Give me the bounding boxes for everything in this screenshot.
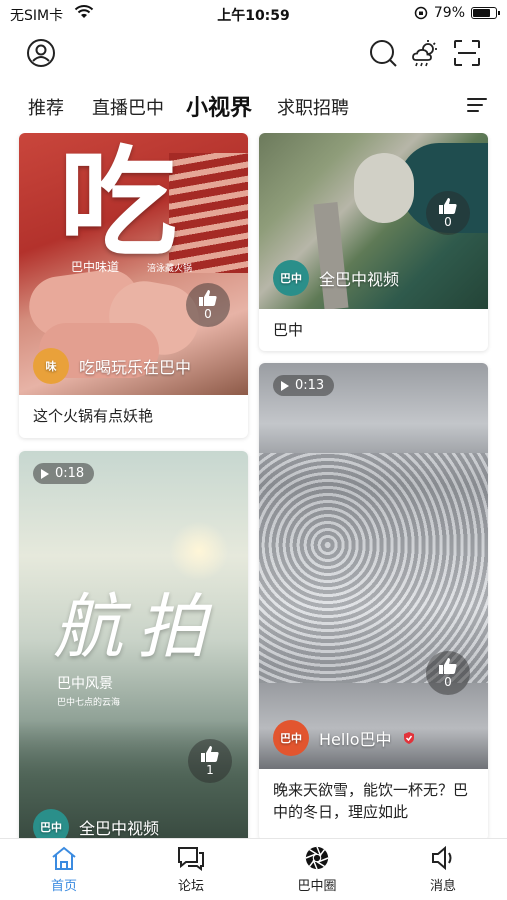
author-name: Hello巴中 (319, 730, 392, 749)
card-caption: 这个火锅有点妖艳 (33, 407, 154, 425)
battery-icon (471, 7, 500, 19)
tab-live-bazhong[interactable]: 直播巴中 (92, 94, 164, 120)
like-count: 0 (444, 675, 452, 689)
feed-card[interactable]: 吃 巴中味道 涪泳藏火锅 0 味 吃喝玩乐在巴中 这个火锅有点妖艳 (19, 133, 248, 438)
nav-label: 论坛 (177, 879, 204, 894)
author-row[interactable]: 味 吃喝玩乐在巴中 (33, 348, 191, 384)
card-thumbnail[interactable]: 0:13 0 巴中 Hello巴中 (259, 363, 488, 769)
status-bar: 无SIM卡 上午10:59 79% (0, 0, 507, 28)
video-duration: 0:18 (33, 463, 95, 484)
app-screen: 无SIM卡 上午10:59 79% 推荐 直播巴中 小视界 求职招聘 吃 巴中味… (0, 0, 507, 900)
snow-forest-shape (259, 453, 488, 683)
battery-percent: 79% (433, 5, 465, 21)
author-row[interactable]: 巴中 全巴中视频 (33, 809, 159, 840)
avatar: 巴中 (273, 720, 309, 756)
poster-sub-text: 巴中风景 (57, 676, 113, 692)
like-button[interactable]: 1 (188, 739, 232, 783)
bacon-shape (169, 153, 248, 273)
nav-label: 首页 (50, 879, 77, 894)
poster-tag-text: 涪泳藏火锅 (147, 264, 193, 274)
play-icon (41, 468, 49, 479)
thumbs-up-icon (439, 658, 457, 674)
chat-icon (178, 847, 204, 871)
thumbs-up-icon (201, 746, 219, 762)
thumbs-up-icon (199, 290, 217, 306)
author-row[interactable]: 巴中 Hello巴中 (273, 720, 416, 756)
play-icon (281, 380, 289, 391)
like-count: 1 (206, 763, 214, 777)
author-name: 全巴中视频 (319, 270, 400, 289)
tab-jobs[interactable]: 求职招聘 (277, 94, 349, 120)
tab-small-vision[interactable]: 小视界 (186, 90, 253, 124)
menu-icon[interactable] (467, 98, 487, 114)
card-thumbnail[interactable]: 0:18 航拍 巴中风景 巴中七点的云海 1 巴中 全巴中视频 (19, 451, 248, 840)
nav-label: 消息 (429, 879, 456, 894)
poster-sub-text: 巴中味道 (71, 260, 120, 274)
feed-card[interactable]: 0:18 航拍 巴中风景 巴中七点的云海 1 巴中 全巴中视频 (19, 451, 248, 840)
video-feed[interactable]: 吃 巴中味道 涪泳藏火锅 0 味 吃喝玩乐在巴中 这个火锅有点妖艳 0:18 航… (0, 133, 507, 840)
author-name: 吃喝玩乐在巴中 (79, 358, 192, 377)
duration-text: 0:18 (55, 466, 85, 481)
bottom-nav: 首页 论坛 巴中圈 消息 (0, 838, 507, 900)
orientation-lock-icon (414, 6, 428, 20)
avatar: 巴中 (33, 809, 69, 840)
video-duration: 0:13 (273, 375, 335, 396)
avatar: 巴中 (273, 260, 309, 296)
card-thumbnail[interactable]: 吃 巴中味道 涪泳藏火锅 0 味 吃喝玩乐在巴中 (19, 133, 248, 395)
feed-card[interactable]: 0 巴中 全巴中视频 巴中 (259, 133, 488, 351)
battery-fill (473, 9, 490, 17)
nav-home[interactable]: 首页 (19, 845, 109, 894)
author-row[interactable]: 巴中 全巴中视频 (273, 260, 399, 296)
card-caption: 巴中 (273, 321, 304, 339)
thumbs-up-icon (439, 198, 457, 214)
nav-forum[interactable]: 论坛 (146, 845, 236, 894)
poster-sub-text-2: 巴中七点的云海 (57, 698, 121, 708)
status-right: 79% (414, 5, 500, 21)
poster-big-text: 吃 (59, 134, 178, 272)
channel-tabs: 推荐 直播巴中 小视界 求职招聘 (0, 86, 507, 126)
scan-icon[interactable] (452, 38, 482, 68)
top-header (0, 30, 507, 78)
search-icon[interactable] (368, 38, 398, 68)
card-thumbnail[interactable]: 0 巴中 全巴中视频 (259, 133, 488, 309)
home-icon (52, 846, 76, 870)
like-count: 0 (444, 215, 452, 229)
user-circle-icon[interactable] (26, 38, 56, 68)
nav-label: 巴中圈 (297, 879, 337, 894)
like-button[interactable]: 0 (426, 651, 470, 695)
tab-recommend[interactable]: 推荐 (28, 94, 64, 120)
building-shape (354, 153, 414, 223)
verified-badge-icon (403, 732, 414, 744)
duration-text: 0:13 (295, 378, 325, 393)
cloud-sun-icon[interactable] (410, 38, 440, 68)
like-button[interactable]: 0 (426, 191, 470, 235)
avatar: 味 (33, 348, 69, 384)
feed-card[interactable]: 0:13 0 巴中 Hello巴中 晚来天欲雪，能饮一杯无？巴中的冬日，理应如此 (259, 363, 488, 840)
nav-messages[interactable]: 消息 (398, 845, 488, 894)
like-button[interactable]: 0 (186, 283, 230, 327)
speaker-icon (432, 845, 452, 871)
aperture-icon (305, 846, 329, 870)
poster-title: 航拍 (53, 586, 221, 668)
like-count: 0 (204, 307, 212, 321)
nav-bazhong-circle[interactable]: 巴中圈 (272, 845, 362, 894)
card-caption: 晚来天欲雪，能饮一杯无？巴中的冬日，理应如此 (273, 781, 469, 821)
author-name: 全巴中视频 (79, 819, 160, 838)
